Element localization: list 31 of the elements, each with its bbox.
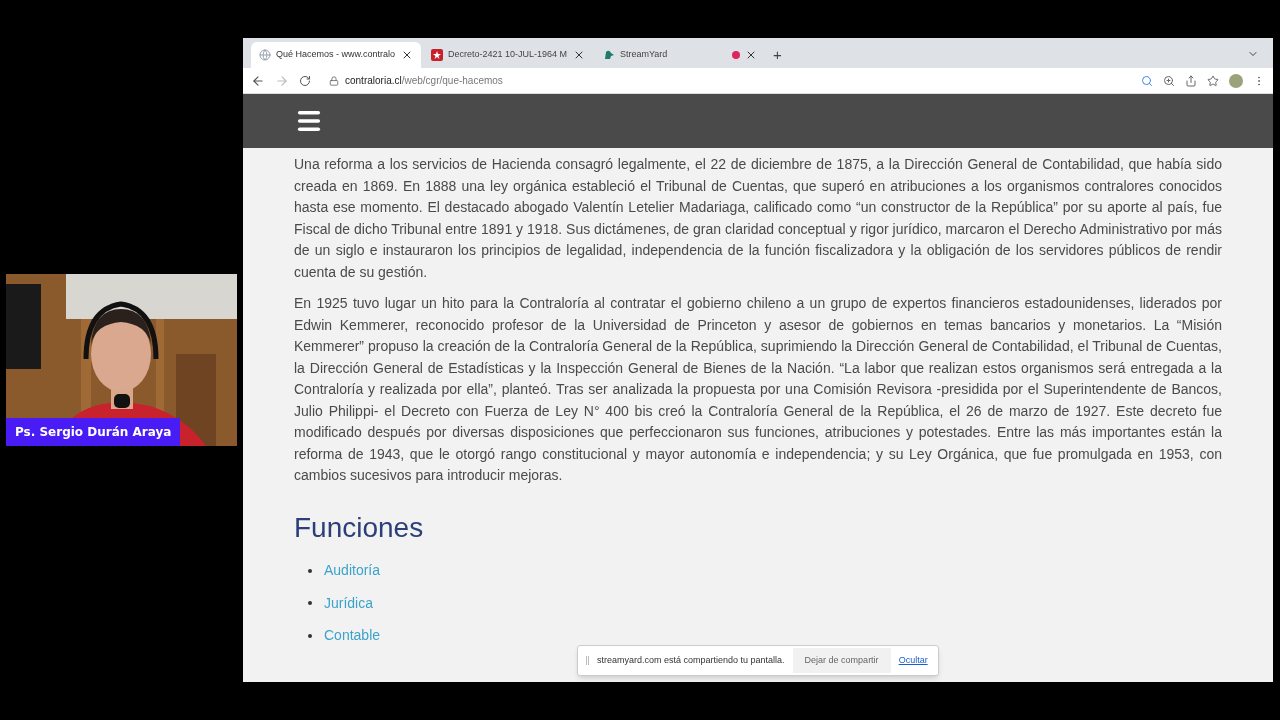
tab-title: StreamYard [620, 48, 669, 62]
close-icon[interactable] [745, 49, 757, 61]
bullet-icon [308, 633, 312, 638]
star-icon[interactable] [1207, 74, 1219, 87]
bullet-icon [308, 568, 312, 573]
close-icon[interactable] [401, 49, 413, 61]
profile-avatar[interactable] [1229, 73, 1243, 88]
reload-icon[interactable] [299, 74, 311, 87]
share-message: streamyard.com está compartiendo tu pantalla. [597, 653, 785, 667]
participant-name: Ps. Sergio Durán Araya [6, 418, 181, 446]
bullet-icon [308, 601, 312, 606]
globe-icon [259, 49, 271, 61]
back-icon[interactable] [251, 73, 265, 88]
search-icon[interactable] [1141, 74, 1153, 87]
body-paragraph: En 1925 tuvo lugar un hito para la Contraloría al contratar el gobierno chileno a un grupo de expertos financieros estadounidenses, liderados por Edwin Kemmerer, reconocido profesor de la Universidad de Princeton y asesor de gobiernos en temas bancarios y monetarios. La “Misión Kemmerer” propuso la creación de la Contraloría General de la República, suprimiendo la Dirección General de Contabilidad, el Tribunal de Cuentas, la Dirección General de Estadísticas y la Inspección General de Bienes de la Nación. “La labor que realizan estos organismos será entregada a la Contraloría y realizada por ella”, planteó. Tras ser analizada la propuesta por una Comisión Revisora -presidida por el Superintendente de Bancos, Julio Philippi- el Decreto con Fuerza de Ley N° 400 bis creó la Contraloría General de la República, el 26 de marzo de 1927. Este decreto fue modificado después por diversas disposiciones que perfeccionaron sus funciones, atribuciones y potestades. Entre las más importantes están la reforma de 1943, que le otorgó rango constitucional y mayor autonomía e independencia; y su Ley Orgánica, que fue promulgada en 1953, con cambios sucesivos para introducir mejoras. [294, 294, 1222, 485]
section-heading: Funciones [294, 516, 425, 538]
stop-sharing-button[interactable]: Dejar de compartir [792, 647, 891, 674]
browser-tab[interactable]: Decreto-2421 10-JUL-1964 M [423, 42, 593, 68]
close-icon[interactable] [573, 49, 585, 61]
browser-tab[interactable]: StreamYard [595, 42, 765, 68]
browser-tab[interactable]: Qué Hacemos - www.contralo [251, 42, 421, 68]
tab-title: Decreto-2421 10-JUL-1964 M [448, 48, 568, 62]
share-icon[interactable] [1185, 74, 1197, 87]
new-tab-button[interactable]: + [767, 42, 788, 68]
document-icon [431, 49, 443, 61]
body-paragraph: Una reforma a los servicios de Hacienda consagró legalmente, el 22 de diciembre de 1875, a la Dirección General de Contabilidad, que había sido creada en 1869. En 1888 una ley orgánica estableció el Tribunal de Cuentas, que superó en atribuciones a los organismos contralores conocidos hasta ese momento. El destacado abogado Valentín Letelier Madariaga, calificado como “un constructor de la República” por su aporte al país, fue Fiscal de dicho Tribunal entre 1891 y 1918. Sus dictámenes, de gran claridad conceptual y rigor jurídico, marcaron el Derecho Administrativo por más de un siglo e instauraron los principios de legalidad, independencia de la función fiscalizadora y la obligación de los servidores públicos de rendir cuenta de su gestión. [294, 155, 1222, 282]
zoom-icon[interactable] [1163, 74, 1175, 87]
hide-link[interactable]: Ocultar [898, 653, 928, 668]
duck-icon [603, 49, 615, 61]
tab-title: Qué Hacemos - www.contralo [276, 48, 396, 62]
drag-handle-icon[interactable] [586, 656, 589, 665]
